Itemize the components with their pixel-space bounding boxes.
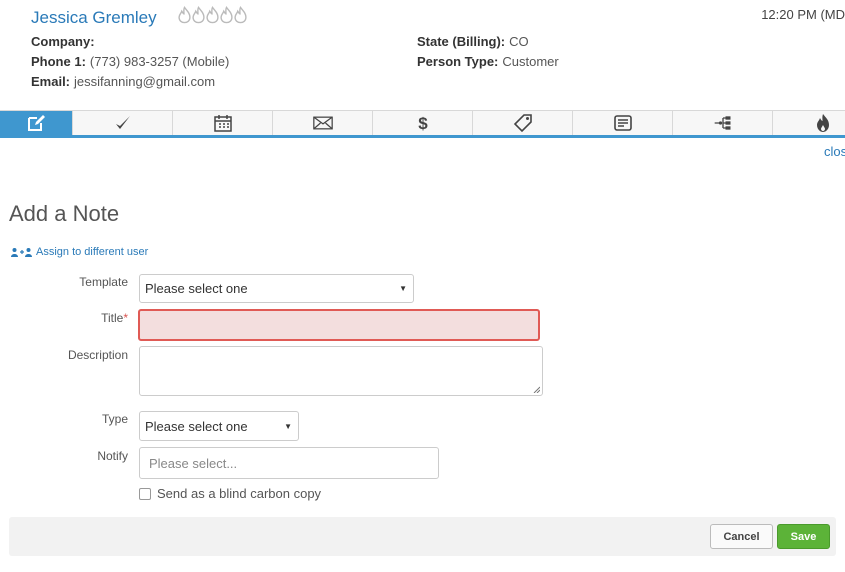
current-time: 12:20 PM (MD: [761, 7, 845, 22]
email-label: Email:: [31, 74, 71, 89]
person-type-label: Person Type:: [417, 54, 499, 69]
email-row: Email: jessifanning@gmail.com: [31, 72, 229, 92]
person-type-row: Person Type: Customer: [417, 52, 559, 72]
flame-icon: [192, 6, 205, 24]
template-label: Template: [79, 275, 128, 289]
tab-documents[interactable]: [573, 111, 673, 135]
tab-tags[interactable]: [473, 111, 573, 135]
envelope-icon: [312, 116, 333, 130]
flame-icon: [178, 6, 191, 24]
phone-value: (773) 983-3257 (Mobile): [89, 54, 230, 69]
flame-icon: [234, 6, 247, 24]
document-icon: [613, 115, 632, 131]
template-select-value: Please select one: [145, 281, 248, 296]
checkmark-icon: [115, 116, 130, 129]
flame-icon: [206, 6, 219, 24]
email-link[interactable]: jessifanning@gmail.com: [74, 72, 215, 92]
title-label: Title*: [0, 311, 128, 325]
notify-input[interactable]: Please select...: [139, 447, 439, 479]
company-label: Company:: [31, 34, 95, 49]
contact-name-link[interactable]: Jessica Gremley: [31, 8, 157, 28]
template-select[interactable]: Please select one ▼: [139, 274, 414, 303]
type-select[interactable]: Please select one ▼: [139, 411, 299, 441]
contact-details-left: Company: Phone 1: (773) 983-3257 (Mobile…: [31, 32, 229, 92]
state-label: State (Billing):: [417, 34, 506, 49]
contact-details-right: State (Billing): CO Person Type: Custome…: [417, 32, 559, 72]
bcc-option[interactable]: Send as a blind carbon copy: [139, 486, 321, 501]
notify-label: Notify: [97, 449, 128, 463]
bcc-checkbox[interactable]: [139, 487, 151, 500]
assign-users-icon: [11, 248, 32, 257]
tab-calendar[interactable]: [173, 111, 273, 135]
tab-opportunities[interactable]: $: [373, 111, 473, 135]
description-textarea[interactable]: [139, 346, 543, 396]
flame-icon: [220, 6, 233, 24]
lead-score-rating: [178, 6, 247, 24]
notify-placeholder: Please select...: [149, 455, 238, 471]
tab-email[interactable]: [273, 111, 373, 135]
tab-tasks[interactable]: [73, 111, 173, 135]
bcc-label: Send as a blind carbon copy: [157, 486, 322, 501]
close-link[interactable]: clos: [824, 144, 845, 159]
activity-tab-bar: $: [0, 110, 845, 138]
type-label: Type: [101, 412, 128, 426]
phone-row: Phone 1: (773) 983-3257 (Mobile): [31, 52, 229, 72]
tag-icon: [513, 114, 532, 133]
title-input[interactable]: [138, 309, 540, 341]
flame-icon: [817, 114, 829, 132]
page-title: Add a Note: [9, 201, 120, 226]
tab-sequences[interactable]: [673, 111, 773, 135]
description-label: Description: [67, 348, 128, 362]
tab-lead-score[interactable]: [773, 111, 845, 135]
svg-text:$: $: [418, 114, 428, 133]
phone-label: Phone 1:: [31, 54, 86, 69]
company-row: Company:: [31, 32, 229, 52]
required-marker: *: [123, 311, 128, 325]
chevron-down-icon: ▼: [399, 284, 407, 293]
type-select-value: Please select one: [145, 418, 248, 434]
tab-add-note[interactable]: [0, 111, 73, 135]
save-button[interactable]: Save: [777, 524, 830, 549]
calendar-icon: [213, 115, 232, 132]
hierarchy-icon: [714, 116, 730, 130]
state-value: CO: [509, 34, 529, 49]
cancel-button[interactable]: Cancel: [710, 524, 773, 549]
person-type-value: Customer: [502, 54, 559, 69]
title-label-text: Title: [101, 311, 124, 325]
chevron-down-icon: ▼: [284, 421, 292, 431]
state-row: State (Billing): CO: [417, 32, 559, 52]
edit-note-icon: [28, 115, 45, 131]
resize-grip-icon[interactable]: [533, 386, 540, 393]
assign-user-label: Assign to different user: [36, 246, 149, 258]
dollar-icon: $: [418, 114, 428, 133]
assign-user-link[interactable]: Assign to different user: [11, 246, 148, 258]
